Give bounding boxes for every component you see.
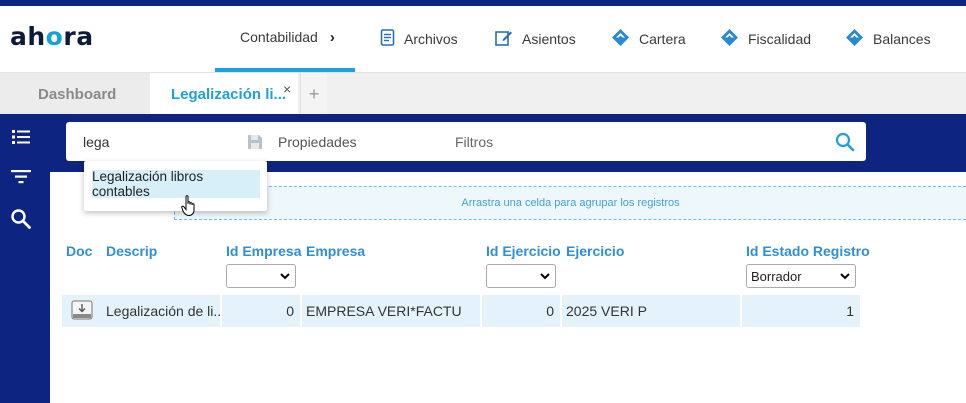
chevron-down-icon <box>279 268 291 287</box>
cell-empresa: EMPRESA VERI*FACTU <box>302 295 480 327</box>
nav-item-label: Contabilidad <box>240 29 318 45</box>
close-icon[interactable]: × <box>283 81 291 97</box>
filters-button[interactable]: Filtros <box>455 134 493 150</box>
nav-item-label: Cartera <box>639 31 686 47</box>
suggestion-item[interactable]: Legalización libros contables <box>92 169 260 199</box>
col-header-ejercicio[interactable]: Ejercicio <box>566 243 624 259</box>
search-bar: lega Propiedades Filtros <box>66 122 866 161</box>
nav-fiscalidad[interactable]: Fiscalidad <box>720 6 811 72</box>
app-header: ahora Contabilidad › Archivos Asientos C… <box>0 6 966 72</box>
col-header-id-empresa[interactable]: Id Empresa <box>226 243 301 259</box>
document-icon <box>380 29 395 49</box>
download-icon[interactable] <box>71 300 93 323</box>
nav-item-label: Asientos <box>522 31 576 47</box>
cell-descrip: Legalización de li... <box>102 295 220 327</box>
nav-balances[interactable]: Balances <box>845 6 931 72</box>
nav-item-label: Fiscalidad <box>748 31 812 47</box>
col-header-doc[interactable]: Doc <box>66 243 92 259</box>
search-input[interactable]: lega <box>83 134 109 150</box>
chevron-right-icon: › <box>329 28 335 46</box>
cell-id-estado: 1 <box>742 295 860 327</box>
tab-legalizacion[interactable]: Legalización li... <box>150 73 298 115</box>
col-header-descrip[interactable]: Descrip <box>106 243 157 259</box>
tab-bar: Dashboard Legalización li... × + <box>0 72 966 115</box>
hand-cursor-icon <box>181 195 197 220</box>
search-icon[interactable] <box>835 132 855 155</box>
chevron-down-icon <box>539 268 551 287</box>
col-header-empresa[interactable]: Empresa <box>306 243 365 259</box>
filter-id-ejercicio-select[interactable] <box>486 264 556 288</box>
cell-id-empresa: 0 <box>222 295 300 327</box>
diamond-icon <box>611 28 630 50</box>
properties-button[interactable]: Propiedades <box>278 134 357 150</box>
diamond-icon <box>845 28 864 50</box>
search-icon[interactable] <box>10 208 32 230</box>
sidebar <box>0 114 50 403</box>
search-suggestions: Legalización libros contables <box>84 161 267 211</box>
filter-id-empresa-select[interactable] <box>226 264 296 288</box>
filter-icon[interactable] <box>10 166 32 188</box>
filter-id-estado-select[interactable]: Borrador <box>746 264 856 288</box>
group-drop-area[interactable]: Arrastra una celda para agrupar los regi… <box>174 186 966 220</box>
nav-item-label: Balances <box>873 31 931 47</box>
col-header-id-estado[interactable]: Id Estado Registro <box>746 243 870 259</box>
edit-icon <box>495 29 513 49</box>
col-header-id-ejercicio[interactable]: Id Ejercicio <box>486 243 561 259</box>
cell-ejercicio: 2025 VERI P <box>562 295 740 327</box>
cell-id-ejercicio: 0 <box>482 295 560 327</box>
nav-archivos[interactable]: Archivos <box>380 6 458 72</box>
nav-item-label: Archivos <box>404 31 458 47</box>
chevron-down-icon <box>839 268 851 287</box>
doc-cell[interactable] <box>62 295 102 327</box>
diamond-icon <box>720 28 739 50</box>
app-logo[interactable]: ahora <box>10 22 94 51</box>
list-icon[interactable] <box>10 126 32 148</box>
add-tab-button[interactable]: + <box>300 73 327 115</box>
nav-cartera[interactable]: Cartera <box>611 6 686 72</box>
group-area-text: Arrastra una celda para agrupar los regi… <box>461 197 680 209</box>
nav-asientos[interactable]: Asientos <box>495 6 576 72</box>
save-icon[interactable] <box>247 134 263 153</box>
nav-contabilidad[interactable]: Contabilidad › <box>215 6 355 72</box>
tab-dashboard[interactable]: Dashboard <box>0 73 150 115</box>
